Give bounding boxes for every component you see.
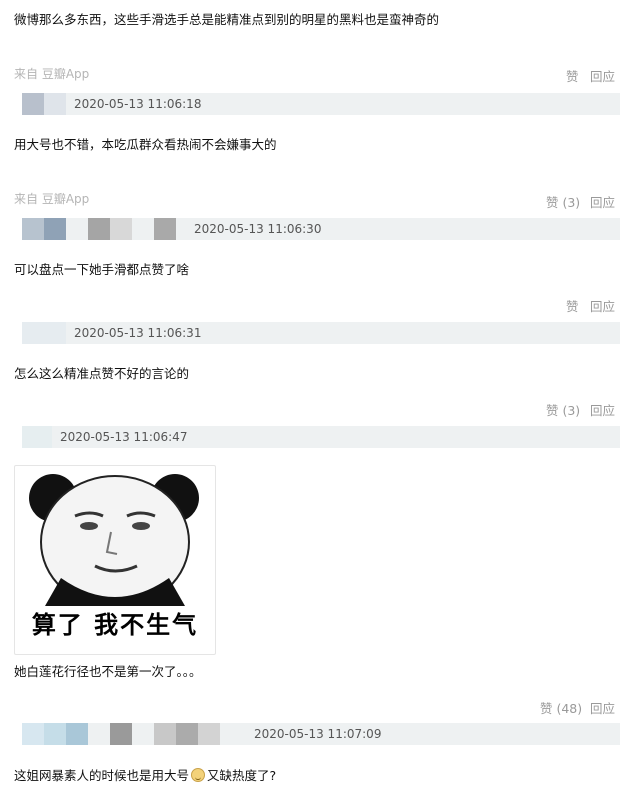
comment-text: 微博那么多东西，这些手滑选手总是能精准点到别的明星的黑料也是蛮神奇的 — [14, 12, 440, 27]
reply-quote-bar: 2020-05-13 11:06:18 — [22, 93, 620, 115]
timestamp: 2020-05-13 11:06:30 — [194, 222, 322, 236]
like-button[interactable]: 赞 — [566, 296, 579, 315]
like-button[interactable]: 赞 (3) — [546, 400, 580, 419]
timestamp: 2020-05-13 11:06:47 — [60, 430, 188, 444]
like-button[interactable]: 赞 — [566, 66, 579, 85]
reply-quote-bar: 2020-05-13 11:06:31 — [22, 322, 620, 344]
reply-button[interactable]: 回应 — [590, 296, 615, 315]
username-blurred — [66, 723, 88, 745]
username-blurred — [88, 218, 110, 240]
meme-image: 算了 我不生气 — [14, 465, 216, 655]
timestamp: 2020-05-13 11:07:09 — [254, 727, 382, 741]
like-button[interactable]: 赞 (3) — [546, 192, 580, 211]
username-blurred — [110, 723, 132, 745]
reply-quote-bar: 2020-05-13 11:07:09 — [22, 723, 620, 745]
username-blurred — [110, 218, 132, 240]
timestamp: 2020-05-13 11:06:18 — [74, 97, 202, 111]
comment-text: 用大号也不错，本吃瓜群众看热闹不会嫌事大的 — [14, 137, 277, 152]
reply-quote-bar: 2020-05-13 11:06:30 — [22, 218, 620, 240]
source-label: 来自 豆瓣App — [14, 192, 90, 206]
comment-text-part: 又缺热度了? — [207, 768, 277, 783]
username-blurred — [154, 218, 176, 240]
reply-button[interactable]: 回应 — [590, 66, 615, 85]
username-blurred — [22, 322, 66, 344]
source-label: 来自 豆瓣App — [14, 67, 90, 81]
reply-button[interactable]: 回应 — [590, 192, 615, 211]
comment-text: 这姐网暴素人的时候也是用大号 又缺热度了? — [14, 765, 276, 784]
timestamp: 2020-05-13 11:06:31 — [74, 326, 202, 340]
avatar — [22, 218, 44, 240]
meme-caption: 算了 我不生气 — [31, 611, 199, 639]
username-blurred — [154, 723, 176, 745]
comment-text: 可以盘点一下她手滑都点赞了啥 — [14, 262, 190, 277]
username-blurred — [176, 723, 198, 745]
reply-button[interactable]: 回应 — [590, 698, 615, 717]
avatar — [22, 723, 44, 745]
avatar — [22, 93, 44, 115]
like-button[interactable]: 赞 (48) — [540, 698, 582, 717]
username-blurred — [44, 93, 66, 115]
username-blurred — [198, 723, 220, 745]
comment-text: 怎么这么精准点赞不好的言论的 — [14, 366, 190, 381]
username-blurred — [44, 723, 66, 745]
panda-face-icon — [29, 474, 199, 606]
reply-button[interactable]: 回应 — [590, 400, 615, 419]
username-blurred — [22, 426, 52, 448]
reply-quote-bar: 2020-05-13 11:06:47 — [22, 426, 620, 448]
grinning-emoji-icon — [191, 768, 206, 782]
comment-text-part: 这姐网暴素人的时候也是用大号 — [14, 768, 190, 783]
username-blurred — [44, 218, 66, 240]
comment-text: 她白莲花行径也不是第一次了。。。 — [14, 664, 202, 679]
